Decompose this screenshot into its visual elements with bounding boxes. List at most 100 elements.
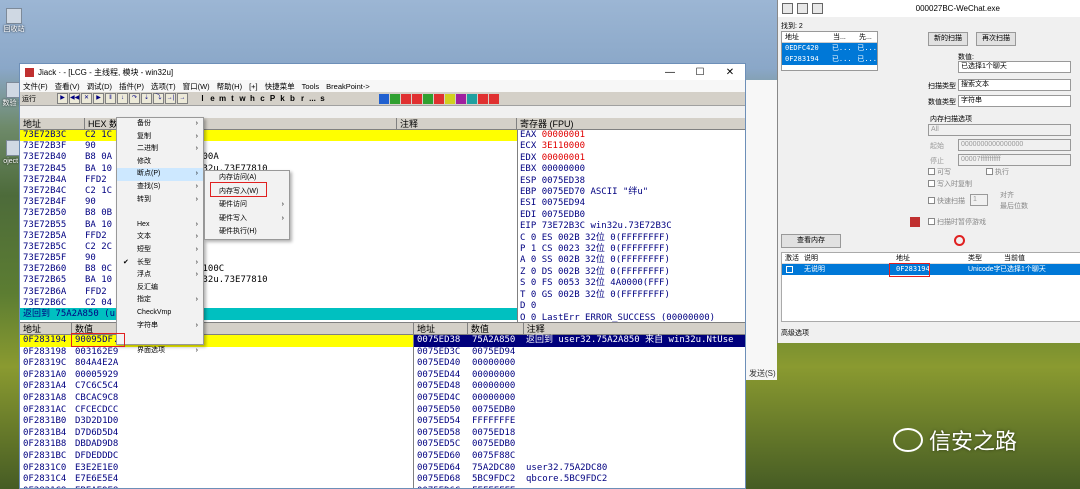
window-button-3[interactable]: t xyxy=(228,93,237,104)
found-col-previous[interactable]: 先... xyxy=(856,32,872,42)
stack-row[interactable]: 0075ED64 75A2DC80 user32.75A2DC80 xyxy=(414,463,745,475)
context-menu-item[interactable]: ✔ 长型 › xyxy=(117,257,203,270)
stack-row[interactable]: 0075ED38 75A2A850 返回到 user32.75A2A850 来自 w… xyxy=(414,335,745,347)
register-row[interactable]: EIP 73E72B3C win32u.73E72B3C xyxy=(520,221,745,232)
active-checkbox[interactable] xyxy=(786,266,793,273)
step-into-icon[interactable]: ↓ xyxy=(117,93,128,104)
goto-icon[interactable]: → xyxy=(177,93,188,104)
trace-over-icon[interactable]: ⤵ xyxy=(153,93,164,104)
context-menu-item[interactable]: 指定 › xyxy=(117,294,203,307)
plugin-icon[interactable] xyxy=(390,93,400,104)
found-col-address[interactable]: 地址 xyxy=(782,32,830,42)
window-button-10[interactable]: r xyxy=(298,93,307,104)
dump-row[interactable]: 0F2831A8 CBCAC9C8 xyxy=(20,393,413,405)
found-col-current[interactable]: 当... xyxy=(830,32,856,42)
col-address[interactable]: 地址 xyxy=(20,118,85,129)
context-menu-item[interactable]: 修改 xyxy=(117,156,203,169)
window-button-4[interactable]: w xyxy=(238,93,247,104)
context-menu-item[interactable]: 文本 › xyxy=(117,231,203,244)
register-row[interactable]: ESP 0075ED38 xyxy=(520,176,745,187)
stack-pane[interactable]: 地址 数值 注释 0075ED38 75A2A850 返回到 user32.75A2… xyxy=(413,322,745,488)
dump-row[interactable]: 0F2831B8 DBDAD9D8 xyxy=(20,439,413,451)
run-icon[interactable]: ▶ xyxy=(93,93,104,104)
dump-row[interactable]: 0F2831AC CFCECDCC xyxy=(20,405,413,417)
window-button-2[interactable]: m xyxy=(218,93,227,104)
menu-item[interactable]: 帮助(H) xyxy=(217,81,242,92)
register-row[interactable]: EBP 0075ED70 ASCII "绊u" xyxy=(520,187,745,198)
dump-row[interactable]: 0F2831BC DFDEDDDC xyxy=(20,451,413,463)
menu-item[interactable]: 选项(T) xyxy=(151,81,176,92)
menu-item[interactable]: 快捷菜单 xyxy=(265,81,295,92)
next-scan-button[interactable]: 再次扫描 xyxy=(976,32,1016,46)
register-row[interactable]: P 1 CS 0023 32位 0(FFFFFFFF) xyxy=(520,244,745,255)
writable-checkbox[interactable] xyxy=(928,168,935,175)
minimize-button[interactable]: — xyxy=(655,67,685,78)
menu-item[interactable]: 窗口(W) xyxy=(183,81,210,92)
stack-row[interactable]: 0075ED58 0075ED18 xyxy=(414,428,745,440)
recycle-bin-icon[interactable]: 回收站 xyxy=(0,8,28,34)
close-button[interactable]: ✕ xyxy=(715,67,745,78)
submenu-item[interactable]: 硬件执行(H) xyxy=(205,225,289,239)
found-address-list[interactable]: 地址 当... 先... 0EDFC420 已... 已... 0F283194 已.… xyxy=(781,31,878,71)
dump-row[interactable]: 0F2831B4 D7D6D5D4 xyxy=(20,428,413,440)
register-row[interactable]: D 0 xyxy=(520,301,745,312)
context-menu-item[interactable]: Hex › xyxy=(117,219,203,232)
register-row[interactable]: EAX 00000001 xyxy=(520,130,745,141)
stack-row[interactable]: 0075ED60 0075F88C xyxy=(414,451,745,463)
dump-col-address[interactable]: 地址 xyxy=(20,323,72,334)
stack-row[interactable]: 0075ED40 00000000 xyxy=(414,358,745,370)
plugin-icon[interactable] xyxy=(456,93,466,104)
disasm-row[interactable]: 73E72B3F 90 xyxy=(20,141,517,152)
col-active[interactable]: 激活 xyxy=(785,253,799,264)
plugin-icon[interactable] xyxy=(379,93,389,104)
pointer-icon[interactable] xyxy=(910,217,920,227)
register-row[interactable]: EDX 00000001 xyxy=(520,153,745,164)
step-over-icon[interactable]: ↷ xyxy=(129,93,140,104)
register-row[interactable]: S 0 FS 0053 32位 4A0000(FFF) xyxy=(520,278,745,289)
plugin-icon[interactable] xyxy=(478,93,488,104)
disasm-row[interactable]: 73E72B40B8 0Aax,0x100A xyxy=(20,152,517,163)
stack-col-comment[interactable]: 注释 xyxy=(524,323,745,334)
col-value[interactable]: 当前值 xyxy=(1004,253,1025,264)
stop-address-input[interactable]: 00007fffffffffff xyxy=(958,154,1071,166)
stack-row[interactable]: 0075ED3C 0075ED94 xyxy=(414,347,745,359)
register-row[interactable]: EBX 00000000 xyxy=(520,164,745,175)
fastscan-value-input[interactable]: 1 xyxy=(970,194,988,206)
context-menu-item[interactable]: 二进制 › xyxy=(117,143,203,156)
menu-item[interactable]: Tools xyxy=(302,82,320,91)
context-menu-item[interactable]: 反汇编 xyxy=(117,282,203,295)
disasm-row[interactable]: 73E72B60B8 0Cax,0x3100C xyxy=(20,264,517,275)
window-button-8[interactable]: k xyxy=(278,93,287,104)
menu-item[interactable]: 文件(F) xyxy=(23,81,48,92)
submenu-item[interactable]: 硬件写入 › xyxy=(205,212,289,226)
window-button-1[interactable]: e xyxy=(208,93,217,104)
rewind-icon[interactable]: ◀◀ xyxy=(69,93,80,104)
plugin-icon[interactable] xyxy=(489,93,499,104)
context-menu-item[interactable]: 断点(P) › xyxy=(117,168,203,181)
pause-icon[interactable]: ‖ xyxy=(105,93,116,104)
address-table-row[interactable]: 无说明 0F283194 Unicode字 已选择1个聊天 xyxy=(782,264,1080,275)
plugin-icon[interactable] xyxy=(445,93,455,104)
register-row[interactable]: ECX 3E110000 xyxy=(520,141,745,152)
stack-row[interactable]: 0075ED54 FFFFFFFE xyxy=(414,416,745,428)
context-menu-item[interactable]: CheckVmp xyxy=(117,307,203,320)
stack-row[interactable]: 0075ED68 5BC9FDC2 qbcore.5BC9FDC2 xyxy=(414,474,745,486)
send-button[interactable]: 发送(S) xyxy=(749,368,776,379)
disasm-row[interactable]: 73E72B6CC2 040x4 xyxy=(20,298,517,308)
plugin-icon[interactable] xyxy=(467,93,477,104)
window-button-11[interactable]: ... xyxy=(308,93,317,104)
registers-header[interactable]: 寄存器 (FPU) xyxy=(517,118,745,129)
window-button-12[interactable]: s xyxy=(318,93,327,104)
save-icon[interactable] xyxy=(812,3,823,14)
maximize-button[interactable]: ☐ xyxy=(685,67,715,78)
context-menu-item[interactable]: 查找(S) › xyxy=(117,181,203,194)
submenu-item[interactable]: 硬件访问 › xyxy=(205,198,289,212)
window-button-0[interactable]: l xyxy=(198,93,207,104)
disasm-row[interactable]: 73E72B6AFFD2edx xyxy=(20,287,517,298)
plugin-icon[interactable] xyxy=(401,93,411,104)
open-icon[interactable]: ▶ xyxy=(57,93,68,104)
advanced-options[interactable]: 高级选项 xyxy=(781,328,809,338)
context-menu-item[interactable]: 字符串 › xyxy=(117,320,203,333)
stack-col-value[interactable]: 数值 xyxy=(468,323,524,334)
register-row[interactable]: Z 0 DS 002B 32位 0(FFFFFFFF) xyxy=(520,267,745,278)
